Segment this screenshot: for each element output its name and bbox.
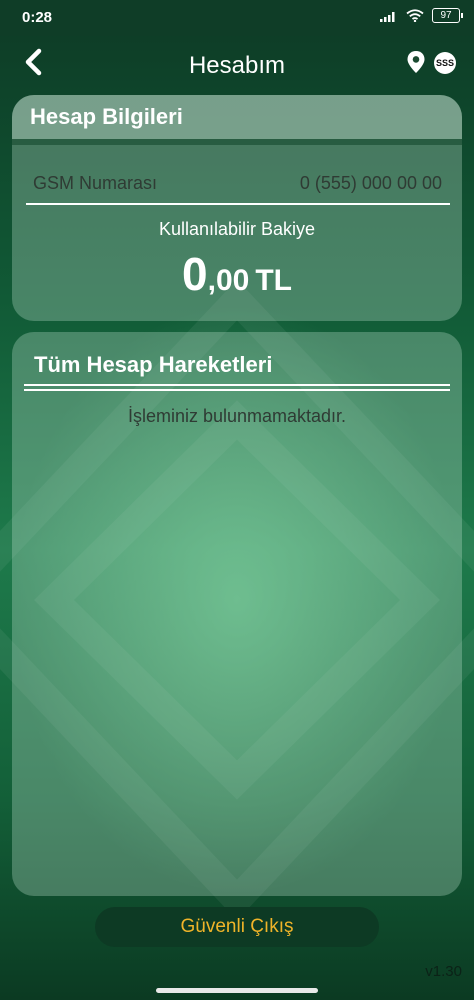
empty-transactions-message: İşleminiz bulunmamaktadır. — [127, 406, 347, 426]
transactions-divider-top — [24, 384, 450, 386]
gsm-divider — [26, 203, 450, 205]
account-info-title: Hesap Bilgileri — [30, 104, 183, 129]
status-icons: 97 — [380, 8, 463, 23]
account-info-card: Hesap Bilgileri GSM Numarası 0 (555) 000… — [12, 95, 462, 321]
page-title: Hesabım — [188, 52, 286, 79]
header-divider — [12, 139, 462, 145]
status-time: 0:28 — [22, 9, 53, 26]
balance-integer: 0 — [182, 248, 208, 300]
header: Hesabım SSS — [0, 36, 474, 96]
gsm-label: GSM Numarası — [33, 173, 158, 193]
balance-currency: TL — [255, 264, 292, 297]
balance-label: Kullanılabilir Bakiye — [158, 219, 316, 239]
balance-decimal: ,00 — [207, 264, 250, 297]
location-pin-icon[interactable] — [406, 50, 426, 74]
transactions-card: Tüm Hesap Hareketleri İşleminiz bulunmam… — [12, 332, 462, 896]
battery-icon: 97 — [432, 8, 463, 23]
secure-logout-button[interactable]: Güvenli Çıkış — [95, 907, 379, 947]
gsm-value: 0 (555) 000 00 00 — [299, 173, 442, 193]
account-info-header: Hesap Bilgileri — [12, 95, 462, 139]
faq-button[interactable]: SSS — [434, 52, 456, 74]
balance-amount: 0,00 TL — [12, 247, 462, 301]
signal-icon — [380, 11, 395, 22]
status-bar: 0:28 97 — [0, 0, 474, 36]
wifi-icon — [406, 9, 424, 22]
transactions-divider-bottom — [24, 389, 450, 391]
version-label: v1.30 — [425, 963, 462, 980]
transactions-title: Tüm Hesap Hareketleri — [34, 352, 273, 377]
home-indicator[interactable] — [156, 988, 318, 993]
